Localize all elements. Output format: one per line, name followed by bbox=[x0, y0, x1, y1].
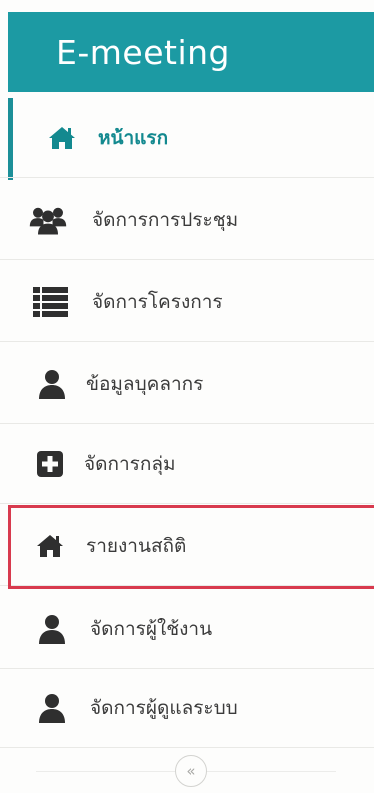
sidebar-item-label: รายงานสถิติ bbox=[86, 534, 187, 557]
home-icon bbox=[30, 530, 70, 562]
sidebar-item-users[interactable]: จัดการผู้ใช้งาน bbox=[0, 589, 374, 669]
users-icon bbox=[28, 204, 68, 236]
list-icon bbox=[30, 286, 70, 318]
brand-header[interactable]: E-meeting bbox=[8, 12, 374, 92]
sidebar-item-meetings[interactable]: จัดการการประชุม bbox=[0, 180, 374, 260]
sidebar-item-statistics[interactable]: รายงานสถิติ bbox=[0, 506, 374, 586]
sidebar-item-label: จัดการโครงการ bbox=[92, 290, 223, 313]
user-icon bbox=[32, 613, 72, 645]
sidebar-item-label: ข้อมูลบุคลากร bbox=[86, 372, 204, 395]
double-chevron-left-icon: « bbox=[186, 761, 196, 780]
sidebar-item-label: จัดการผู้ดูแลระบบ bbox=[90, 696, 238, 719]
sidebar-item-label: จัดการผู้ใช้งาน bbox=[90, 617, 213, 640]
sidebar-item-admins[interactable]: จัดการผู้ดูแลระบบ bbox=[0, 668, 374, 748]
brand-title: E-meeting bbox=[56, 32, 230, 72]
user-icon bbox=[32, 368, 72, 400]
sidebar-item-label: หน้าแรก bbox=[98, 126, 169, 149]
sidebar-item-projects[interactable]: จัดการโครงการ bbox=[0, 262, 374, 342]
home-icon bbox=[42, 122, 82, 154]
sidebar-item-label: จัดการกลุ่ม bbox=[84, 452, 176, 475]
sidebar-item-personnel[interactable]: ข้อมูลบุคลากร bbox=[0, 344, 374, 424]
sidebar: E-meeting หน้าแรก จัดการการประชุม จัดการ… bbox=[0, 0, 374, 793]
plus-square-icon bbox=[30, 448, 70, 480]
user-icon bbox=[32, 692, 72, 724]
sidebar-item-label: จัดการการประชุม bbox=[92, 208, 239, 231]
sidebar-item-home[interactable]: หน้าแรก bbox=[0, 98, 374, 178]
sidebar-item-groups[interactable]: จัดการกลุ่ม bbox=[0, 424, 374, 504]
collapse-sidebar-button[interactable]: « bbox=[175, 755, 207, 787]
